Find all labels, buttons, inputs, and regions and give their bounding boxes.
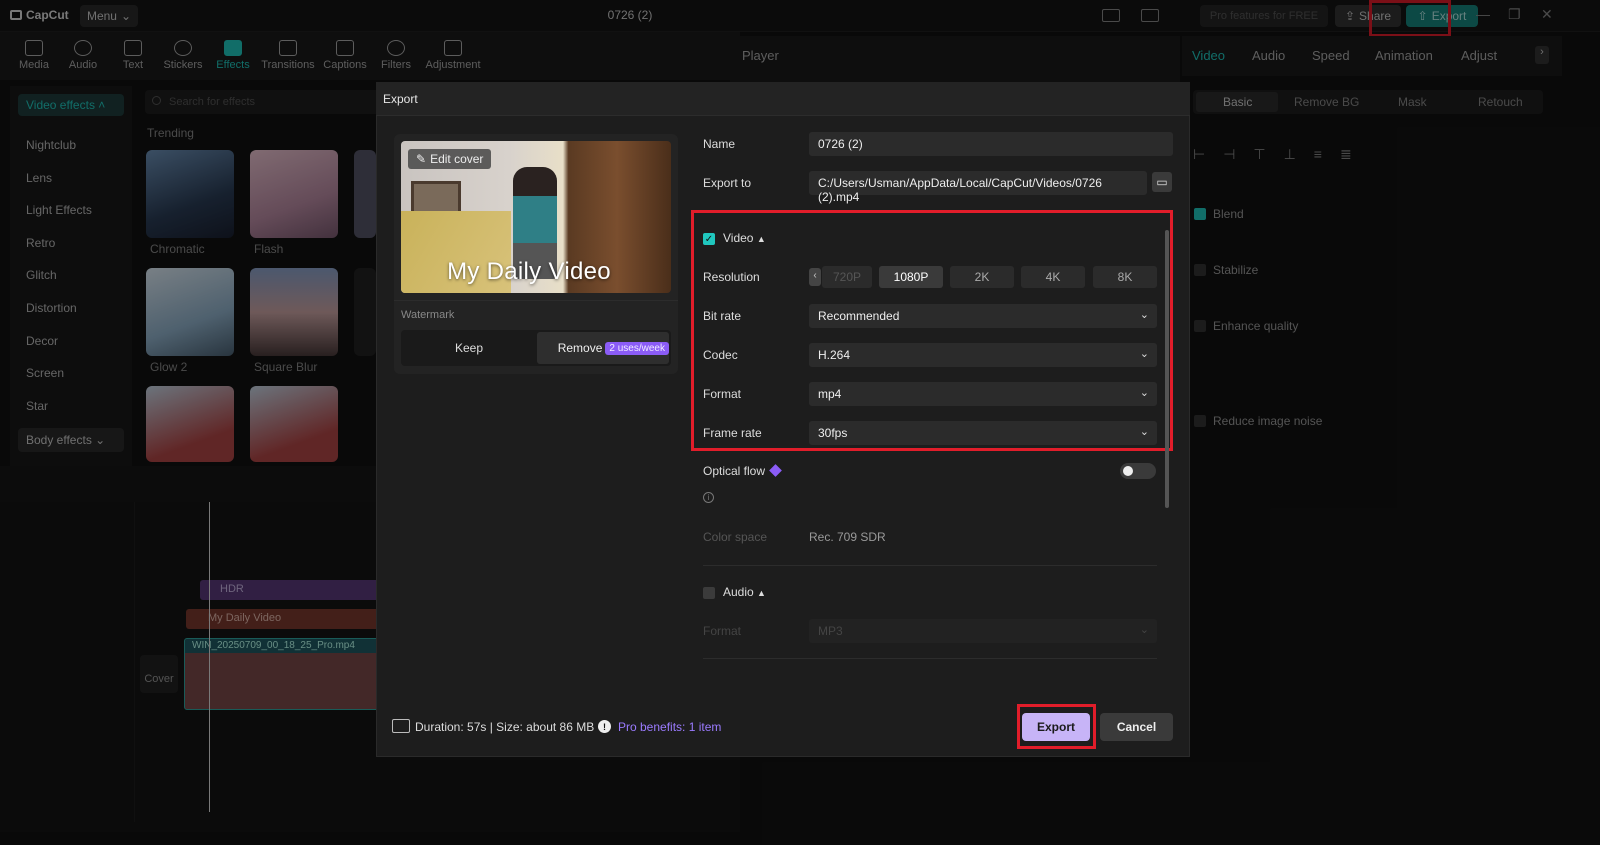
highlight-export-button xyxy=(1017,704,1096,749)
duration-size-info: Duration: 57s | Size: about 86 MB xyxy=(415,720,595,734)
optical-flow-text: Optical flow xyxy=(703,464,766,478)
optical-flow-label: Optical flow xyxy=(703,464,782,478)
edit-icon: ✎ xyxy=(416,152,427,166)
divider xyxy=(394,300,678,301)
info-icon[interactable]: i xyxy=(703,492,714,503)
audio-checkbox[interactable] xyxy=(703,587,715,599)
toggle-knob xyxy=(1123,466,1133,476)
pro-diamond-icon xyxy=(769,464,782,477)
cover-title-text: My Daily Video xyxy=(447,258,611,285)
pro-benefits-link[interactable]: Pro benefits: 1 item xyxy=(618,720,721,734)
color-space-label: Color space xyxy=(703,530,768,544)
export-dialog-title: Export xyxy=(383,92,418,106)
cancel-button[interactable]: Cancel xyxy=(1100,713,1173,741)
uses-badge: 2 uses/week xyxy=(605,341,669,355)
dialog-scrollbar[interactable] xyxy=(1165,230,1169,508)
edit-cover-label: Edit cover xyxy=(430,152,484,166)
watermark-remove-button[interactable]: Remove 2 uses/week xyxy=(537,332,669,364)
watermark-label: Watermark xyxy=(401,309,455,321)
divider xyxy=(703,658,1157,659)
caret-up-icon: ▲ xyxy=(757,588,766,598)
chevron-down-icon: ⌄ xyxy=(1139,624,1149,636)
highlight-video-settings xyxy=(691,210,1173,451)
name-field[interactable]: 0726 (2) xyxy=(809,132,1173,156)
name-label: Name xyxy=(703,137,736,151)
film-icon xyxy=(392,719,410,733)
watermark-keep-button[interactable]: Keep xyxy=(403,332,535,364)
audio-section-text: Audio xyxy=(723,585,754,599)
export-path-field[interactable]: C:/Users/Usman/AppData/Local/CapCut/Vide… xyxy=(809,171,1147,204)
color-space-value: Rec. 709 SDR xyxy=(809,530,886,544)
audio-format-label: Format xyxy=(703,624,742,638)
divider xyxy=(703,565,1157,566)
audio-format-value: MP3 xyxy=(818,624,843,638)
audio-section-label[interactable]: Audio ▲ xyxy=(723,585,766,599)
remove-label: Remove xyxy=(557,341,603,355)
audio-format-select: MP3 ⌄ xyxy=(809,619,1157,643)
info-icon: ! xyxy=(598,720,611,733)
export-to-label: Export to xyxy=(703,176,752,190)
edit-cover-button[interactable]: ✎ Edit cover xyxy=(408,149,492,169)
export-dialog-header xyxy=(376,82,1190,116)
folder-icon[interactable]: ▭ xyxy=(1152,172,1172,192)
